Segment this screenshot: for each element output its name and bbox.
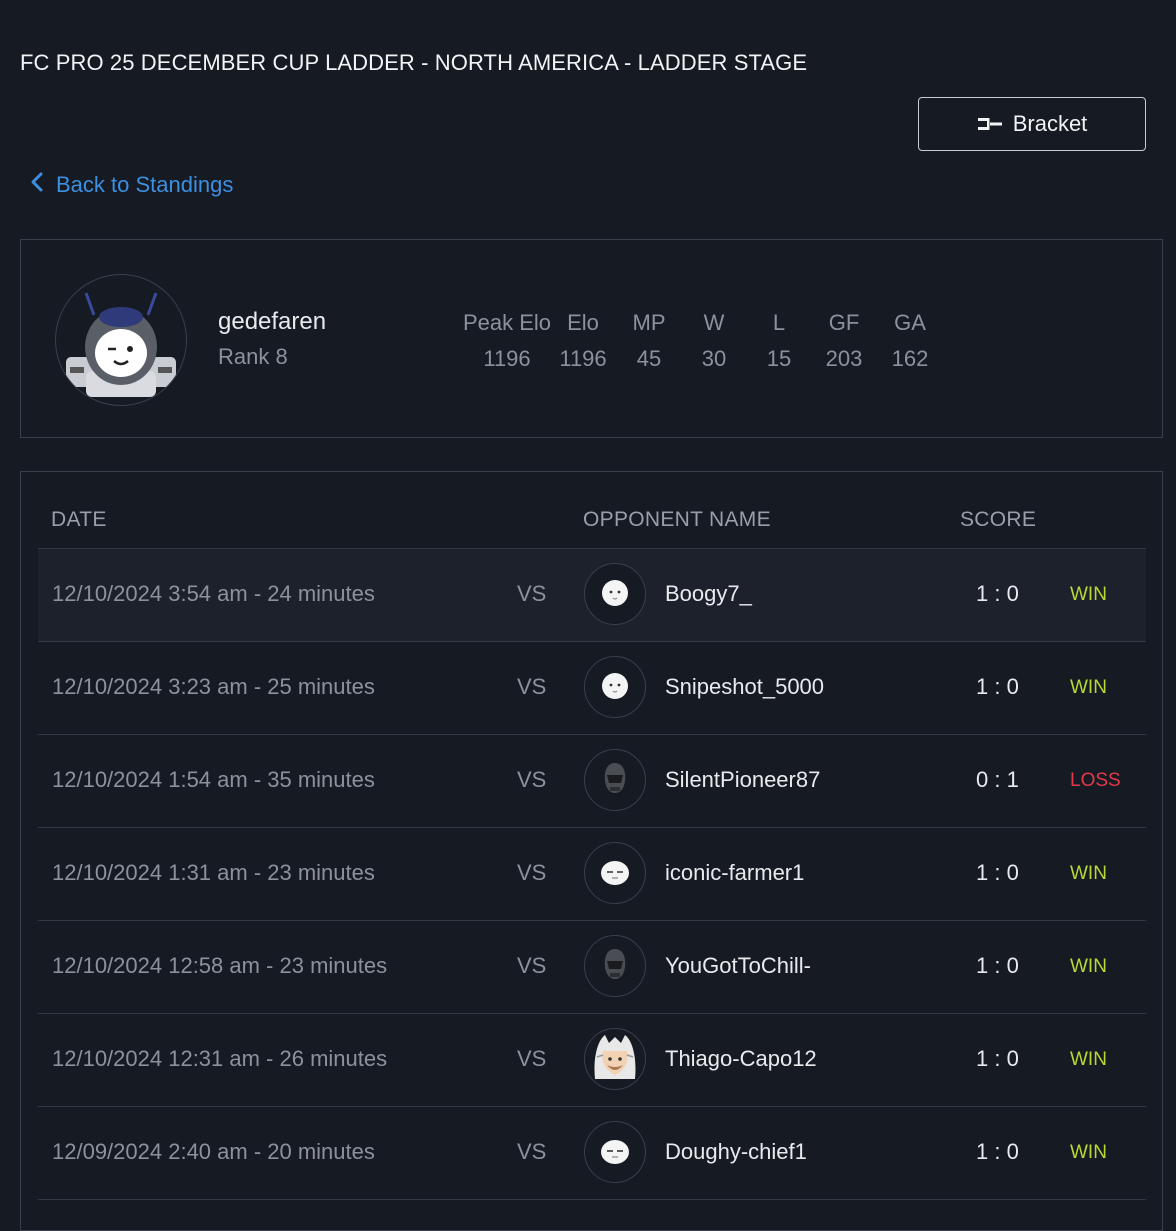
result-badge: WIN (1070, 1142, 1107, 1163)
wolf-hood-icon (587, 1029, 643, 1089)
back-to-standings-link[interactable]: Back to Standings (30, 172, 233, 198)
match-score: 1 : 0 (976, 581, 1019, 606)
stat-label: MP (632, 310, 666, 335)
helmet-icon (600, 947, 630, 986)
sleepy-face-icon (598, 854, 632, 893)
opponent-avatar[interactable] (584, 935, 646, 997)
match-score: 1 : 0 (976, 1139, 1019, 1164)
player-profile-card: gedefaren Rank 8 Peak Elo 1196 Elo 1196 … (20, 239, 1163, 438)
table-row[interactable]: 12/10/2024 1:54 am - 35 minutes VS SilentP… (38, 735, 1146, 828)
player-rank: Rank 8 (218, 344, 288, 369)
stat-label: Elo (567, 310, 599, 335)
stat-value: 1196 (483, 346, 531, 371)
vs-label: VS (517, 1139, 547, 1164)
vs-label: VS (517, 953, 547, 978)
opponent-avatar[interactable] (584, 1028, 646, 1090)
bracket-label: Bracket (1012, 111, 1088, 136)
result-badge: WIN (1070, 1049, 1107, 1070)
match-score: 1 : 0 (976, 860, 1019, 885)
stat-goals-for: GF 203 (826, 310, 863, 372)
vs-label: VS (517, 767, 547, 792)
column-header-date: DATE (51, 508, 107, 531)
player-name: gedefaren (218, 308, 327, 335)
opponent-name[interactable]: Boogy7_ (665, 581, 752, 607)
white-face-icon (598, 668, 632, 707)
opponent-avatar[interactable] (584, 563, 646, 625)
stat-value: 45 (636, 346, 662, 371)
column-header-score: SCORE (960, 508, 1037, 531)
stat-losses: L 15 (767, 310, 791, 372)
sleepy-face-icon (598, 1133, 632, 1172)
bracket-button[interactable]: Bracket (918, 97, 1146, 151)
match-date: 12/10/2024 3:23 am - 25 minutes (52, 674, 375, 699)
bracket-icon (977, 116, 1003, 132)
match-score: 0 : 1 (976, 767, 1019, 792)
stat-value: 15 (766, 346, 792, 371)
table-row[interactable]: 12/10/2024 3:54 am - 24 minutes VS Boogy7_… (38, 549, 1146, 642)
match-date: 12/10/2024 12:58 am - 23 minutes (52, 953, 388, 978)
match-score: 1 : 0 (976, 1046, 1019, 1071)
match-date: 12/10/2024 1:54 am - 35 minutes (52, 767, 375, 792)
opponent-avatar[interactable] (584, 1121, 646, 1183)
stat-label: Peak Elo (462, 310, 552, 335)
result-badge: WIN (1070, 677, 1107, 698)
match-date: 12/10/2024 3:54 am - 24 minutes (52, 581, 375, 606)
back-link-label: Back to Standings (56, 172, 234, 197)
match-date: 12/09/2024 2:40 am - 20 minutes (52, 1139, 375, 1164)
opponent-name[interactable]: Doughy-chief1 (665, 1139, 807, 1165)
stat-value: 30 (701, 346, 727, 371)
vs-label: VS (517, 860, 547, 885)
stat-label: L (772, 310, 786, 335)
opponent-avatar[interactable] (584, 842, 646, 904)
helmet-icon (600, 761, 630, 800)
opponent-name[interactable]: Thiago-Capo12 (665, 1046, 817, 1072)
stat-label: W (703, 310, 725, 335)
stat-goals-against: GA 162 (892, 310, 929, 372)
stat-value: 1196 (559, 346, 607, 371)
result-badge: WIN (1070, 584, 1107, 605)
opponent-avatar[interactable] (584, 656, 646, 718)
table-row[interactable]: 12/10/2024 12:31 am - 26 minutes VS Thiago… (38, 1014, 1146, 1107)
table-row[interactable]: 12/10/2024 3:23 am - 25 minutes VS Snipesh… (38, 642, 1146, 735)
opponent-avatar[interactable] (584, 749, 646, 811)
match-score: 1 : 0 (976, 953, 1019, 978)
vs-label: VS (517, 581, 547, 606)
player-avatar[interactable] (55, 274, 187, 406)
table-row[interactable]: 12/10/2024 12:58 am - 23 minutes VS YouGot… (38, 921, 1146, 1014)
chevron-left-icon (30, 172, 44, 198)
stat-value: 203 (825, 346, 863, 371)
column-header-opponent: OPPONENT NAME (583, 508, 771, 531)
stat-label: GF (828, 310, 860, 335)
stat-value: 162 (891, 346, 929, 371)
match-date: 12/10/2024 12:31 am - 26 minutes (52, 1046, 388, 1071)
stat-elo: Elo 1196 (559, 310, 606, 372)
stat-label: GA (894, 310, 926, 335)
result-badge: LOSS (1070, 770, 1121, 791)
white-face-icon (598, 575, 632, 614)
stat-wins: W 30 (702, 310, 726, 372)
match-date: 12/10/2024 1:31 am - 23 minutes (52, 860, 375, 885)
stat-mp: MP 45 (633, 310, 666, 372)
result-badge: WIN (1070, 956, 1107, 977)
opponent-name[interactable]: Snipeshot_5000 (665, 674, 824, 700)
match-history-table: DATE OPPONENT NAME SCORE 12/10/2024 3:54… (20, 471, 1163, 1231)
opponent-name[interactable]: iconic-farmer1 (665, 860, 804, 886)
match-score: 1 : 0 (976, 674, 1019, 699)
vs-label: VS (517, 1046, 547, 1071)
stat-peak-elo: Peak Elo 1196 (463, 310, 551, 372)
page-title: FC PRO 25 DECEMBER CUP LADDER - NORTH AM… (20, 50, 808, 75)
opponent-name[interactable]: SilentPioneer87 (665, 767, 820, 793)
opponent-name[interactable]: YouGotToChill- (665, 953, 811, 979)
table-row[interactable]: 12/10/2024 1:31 am - 23 minutes VS iconic-… (38, 828, 1146, 921)
result-badge: WIN (1070, 863, 1107, 884)
astronaut-mascot-icon (66, 292, 176, 397)
table-row[interactable]: 12/09/2024 2:40 am - 20 minutes VS Doughy-… (38, 1107, 1146, 1200)
vs-label: VS (517, 674, 547, 699)
